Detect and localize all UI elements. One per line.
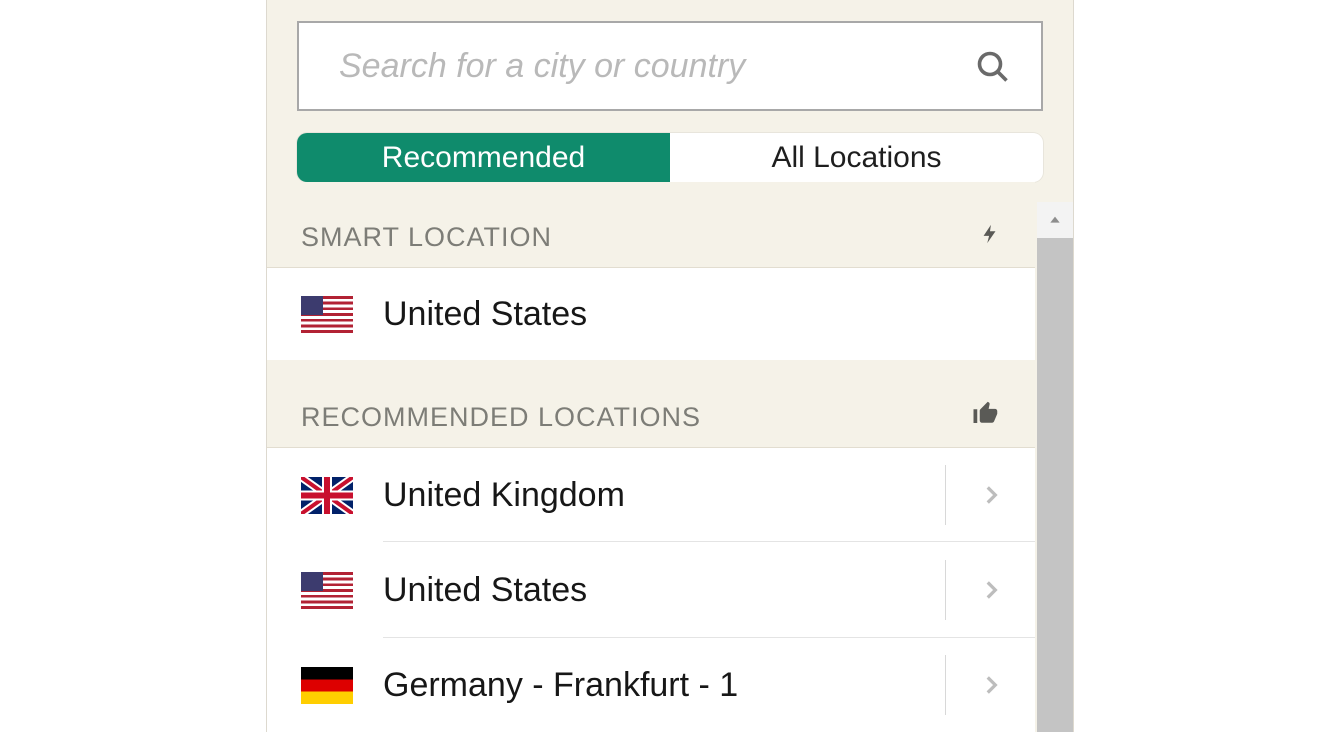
section-title-recommended: RECOMMENDED LOCATIONS: [301, 402, 701, 433]
thumbs-up-icon: [971, 398, 1001, 433]
location-label: Germany - Frankfurt - 1: [383, 666, 945, 705]
expand-button[interactable]: [945, 560, 1035, 620]
flag-icon-de: [301, 667, 353, 704]
smart-location-row[interactable]: United States: [267, 268, 1035, 360]
location-label: United States: [383, 571, 945, 610]
location-row-united-kingdom[interactable]: United Kingdom: [267, 448, 1035, 542]
search-icon: [975, 49, 1011, 85]
smart-location-label: United States: [383, 295, 1035, 334]
tab-segmented-control: Recommended All Locations: [297, 133, 1043, 182]
section-header-recommended: RECOMMENDED LOCATIONS: [267, 360, 1035, 448]
location-picker-panel: Recommended All Locations SMART LOCATION…: [266, 0, 1074, 732]
expand-button[interactable]: [945, 655, 1035, 715]
location-label: United Kingdom: [383, 476, 945, 515]
location-row-germany-frankfurt-1[interactable]: Germany - Frankfurt - 1: [267, 638, 1035, 732]
tab-all-locations[interactable]: All Locations: [670, 133, 1043, 182]
tab-recommended[interactable]: Recommended: [297, 133, 670, 182]
flag-icon-uk: [301, 477, 353, 514]
scroll-up-button[interactable]: [1037, 202, 1073, 238]
expand-button[interactable]: [945, 465, 1035, 525]
bolt-icon: [979, 220, 1001, 253]
location-row-united-states[interactable]: United States: [267, 542, 1035, 638]
scrollbar-thumb[interactable]: [1037, 238, 1073, 732]
flag-icon-us: [301, 296, 353, 333]
section-header-smart-location: SMART LOCATION: [267, 182, 1035, 268]
flag-icon-us: [301, 572, 353, 609]
search-field[interactable]: [297, 21, 1043, 111]
section-title-smart: SMART LOCATION: [301, 222, 552, 253]
search-input[interactable]: [299, 23, 1041, 109]
